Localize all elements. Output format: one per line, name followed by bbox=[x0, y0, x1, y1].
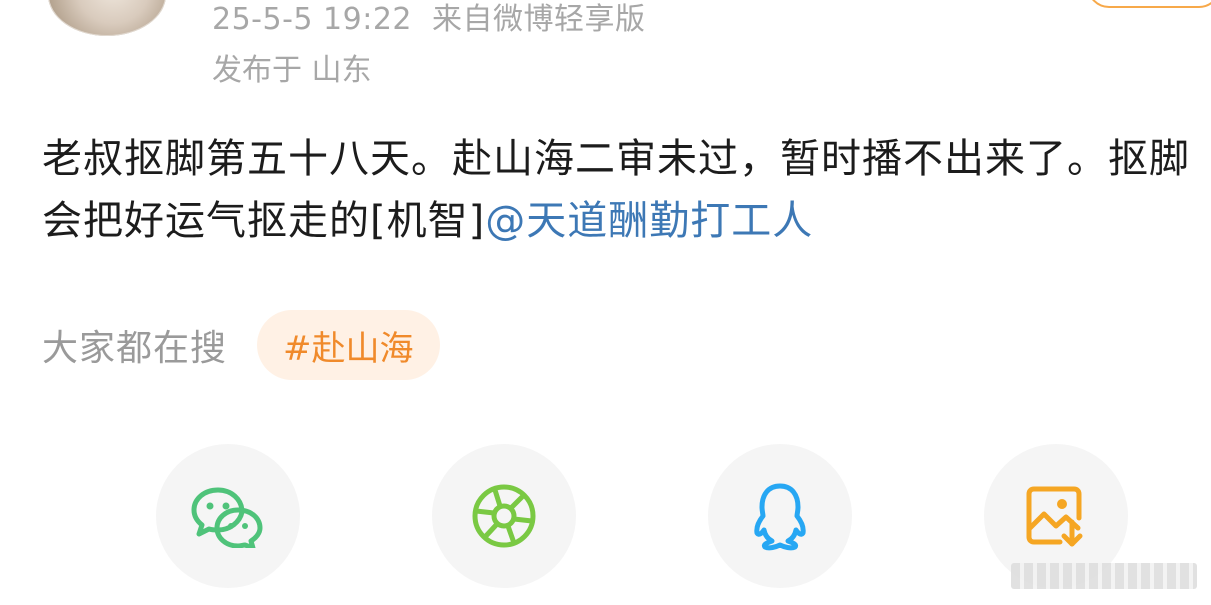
share-qq-button[interactable] bbox=[708, 444, 852, 588]
post-timestamp: 25-5-5 19:22 bbox=[212, 2, 412, 37]
follow-button[interactable] bbox=[1087, 0, 1211, 8]
mention-link[interactable]: @天道酬勤打工人 bbox=[485, 198, 813, 244]
post-meta: 25-5-5 19:22 来自微博轻享版 bbox=[212, 0, 646, 38]
save-image-icon bbox=[1026, 486, 1083, 547]
weibo-post-detail: 25-5-5 19:22 来自微博轻享版 发布于 山东 老叔抠脚第五十八天。赴山海… bbox=[0, 0, 1211, 605]
avatar[interactable] bbox=[48, 0, 166, 36]
topic-tag[interactable]: #赴山海 bbox=[257, 310, 440, 380]
post-location: 发布于 山东 bbox=[212, 53, 372, 88]
post-source[interactable]: 来自微博轻享版 bbox=[432, 2, 646, 37]
qq-icon bbox=[754, 483, 806, 551]
trending-search-label: 大家都在搜 bbox=[42, 328, 228, 369]
trending-search-row: 大家都在搜 #赴山海 bbox=[42, 308, 440, 382]
share-wechat-button[interactable] bbox=[156, 444, 300, 588]
watermark bbox=[1011, 563, 1197, 589]
moments-icon bbox=[472, 484, 536, 548]
post-body: 老叔抠脚第五十八天。赴山海二审未过，暂时播不出来了。抠脚会把好运气抠走的[机智]… bbox=[42, 128, 1192, 252]
share-moments-button[interactable] bbox=[432, 444, 576, 588]
wechat-icon bbox=[191, 487, 263, 548]
